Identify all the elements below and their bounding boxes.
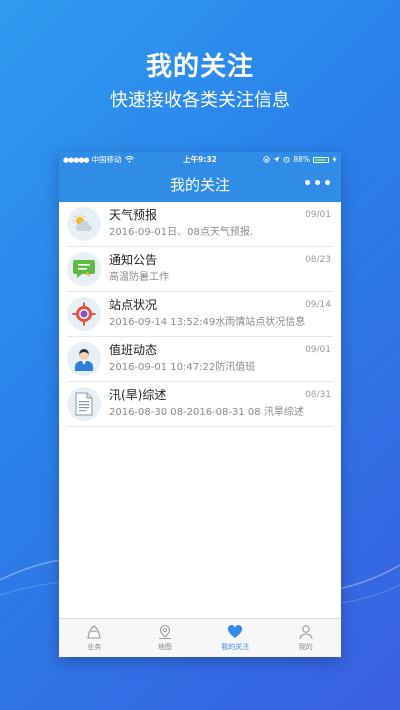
nav-bar: 我的关注 ••• [59, 167, 341, 202]
tab-label: 地图 [157, 643, 172, 651]
item-date: 09/01 [305, 345, 331, 355]
tab-label: 我的 [298, 643, 313, 651]
battery-fill [315, 158, 326, 161]
list-item-notice[interactable]: 通知公告 高温防暑工作 08/23 [67, 247, 333, 292]
item-subtitle: 2016-08-30 08-2016-08-31 08 汛旱综述 [109, 407, 304, 418]
item-title: 天气预报 [109, 208, 158, 222]
tab-bar: 业务 地图 我的关注 我的 [59, 618, 341, 657]
promo-title: 我的关注 [145, 52, 254, 82]
item-date: 09/14 [305, 300, 331, 310]
nav-title: 我的关注 [169, 176, 230, 194]
item-date: 08/31 [305, 390, 331, 400]
chat-bubble-icon [67, 252, 101, 286]
promo-subtitle: 快速接收各类关注信息 [110, 90, 290, 111]
item-title: 站点状况 [109, 298, 158, 312]
item-title: 汛(旱)综述 [109, 388, 167, 402]
item-date: 08/23 [305, 255, 331, 265]
item-subtitle: 2016-09-01 10:47:22防汛值班 [109, 362, 256, 373]
alarm-icon [283, 156, 290, 163]
user-icon [299, 625, 313, 640]
item-title: 值班动态 [109, 343, 158, 357]
location-icon [273, 156, 280, 163]
tab-mine[interactable]: 我的 [271, 619, 342, 657]
heart-icon [228, 624, 243, 638]
battery-icon [313, 156, 329, 163]
document-icon [67, 387, 101, 421]
charging-icon [332, 156, 337, 163]
status-bar: ●●●●● 中国移动 上午9:32 88% [59, 152, 341, 167]
list-item-summary[interactable]: 汛(旱)综述 2016-08-30 08-2016-08-31 08 汛旱综述 … [67, 382, 333, 427]
map-pin-icon [158, 624, 171, 639]
phone-screen: ●●●●● 中国移动 上午9:32 88% 我的关注 ••• 天气预报 2016… [59, 152, 341, 657]
item-title: 通知公告 [109, 253, 158, 267]
battery-percent: 88% [293, 155, 310, 164]
person-icon [67, 342, 101, 376]
tab-my-follow[interactable]: 我的关注 [200, 619, 271, 657]
list-item-duty[interactable]: 值班动态 2016-09-01 10:47:22防汛值班 09/01 [67, 337, 333, 382]
list-item-weather[interactable]: 天气预报 2016-09-01日、08点天气预报. 09/01 [67, 202, 333, 247]
tab-business[interactable]: 业务 [59, 619, 130, 657]
item-subtitle: 2016-09-14 13:52:49水雨情站点状况信息 [109, 317, 306, 328]
item-date: 09/01 [305, 210, 331, 220]
business-icon [87, 625, 101, 639]
lock-rotation-icon [263, 156, 271, 163]
item-subtitle: 高温防暑工作 [109, 272, 169, 283]
more-icon[interactable]: ••• [303, 176, 333, 192]
item-subtitle: 2016-09-01日、08点天气预报. [109, 227, 254, 238]
tab-label: 我的关注 [221, 643, 250, 651]
weather-icon [67, 207, 101, 241]
tab-map[interactable]: 地图 [130, 619, 201, 657]
follow-list: 天气预报 2016-09-01日、08点天气预报. 09/01 通知公告 高温防… [59, 202, 341, 427]
target-icon [67, 297, 101, 331]
list-item-station[interactable]: 站点状况 2016-09-14 13:52:49水雨情站点状况信息 09/14 [67, 292, 333, 337]
tab-label: 业务 [87, 643, 102, 651]
